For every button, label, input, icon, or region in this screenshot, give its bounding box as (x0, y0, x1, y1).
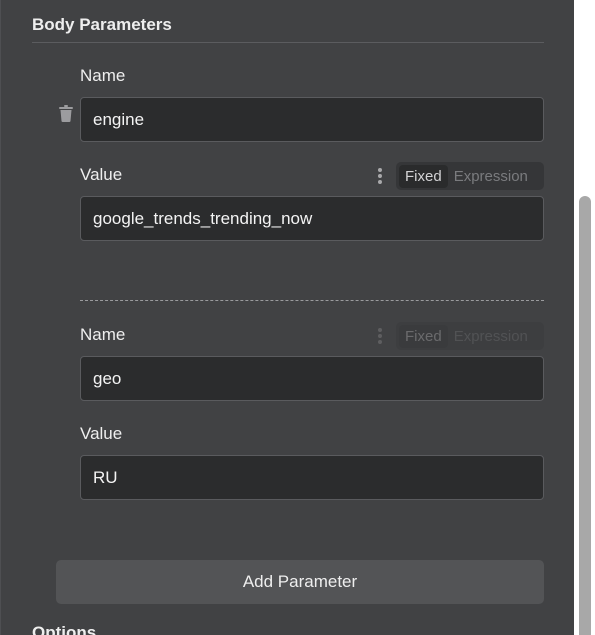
kebab-menu-icon[interactable] (376, 326, 384, 348)
panel-border (0, 0, 1, 635)
param-1-name-label: Name (80, 66, 126, 85)
param-2-value-text: RU (93, 468, 118, 487)
param-2-value-label: Value (80, 424, 123, 443)
parameter-divider (80, 300, 544, 301)
trash-icon[interactable] (59, 105, 73, 122)
mode-expression-option[interactable]: Expression (448, 325, 534, 348)
param-2-name-label: Name (80, 325, 126, 344)
param-1-value-input[interactable]: google_trends_trending_now (80, 196, 544, 241)
mode-fixed-option[interactable]: Fixed (399, 324, 448, 348)
param-1-value-label: Value (80, 165, 123, 184)
mode-fixed-option[interactable]: Fixed (399, 164, 448, 188)
param-1-name-input[interactable]: engine (80, 97, 544, 142)
param-2-name-input[interactable]: geo (80, 356, 544, 401)
param-2-name-value: geo (93, 369, 122, 388)
section-divider (32, 42, 544, 43)
add-parameter-button[interactable]: Add Parameter (56, 560, 544, 604)
param-1-mode-toggle[interactable]: Fixed Expression (396, 162, 544, 190)
kebab-menu-icon[interactable] (376, 166, 384, 188)
param-1-value-text: google_trends_trending_now (93, 209, 313, 228)
param-2-value-input[interactable]: RU (80, 455, 544, 500)
param-2-mode-toggle[interactable]: Fixed Expression (396, 322, 544, 350)
mode-expression-option[interactable]: Expression (448, 165, 534, 188)
body-parameters-panel: Body Parameters Name engine Value Fixed … (0, 0, 574, 635)
scrollbar-thumb[interactable] (579, 196, 591, 635)
param-1-name-value: engine (93, 110, 145, 129)
options-section-title: Options (32, 623, 97, 635)
section-title: Body Parameters (32, 15, 172, 34)
